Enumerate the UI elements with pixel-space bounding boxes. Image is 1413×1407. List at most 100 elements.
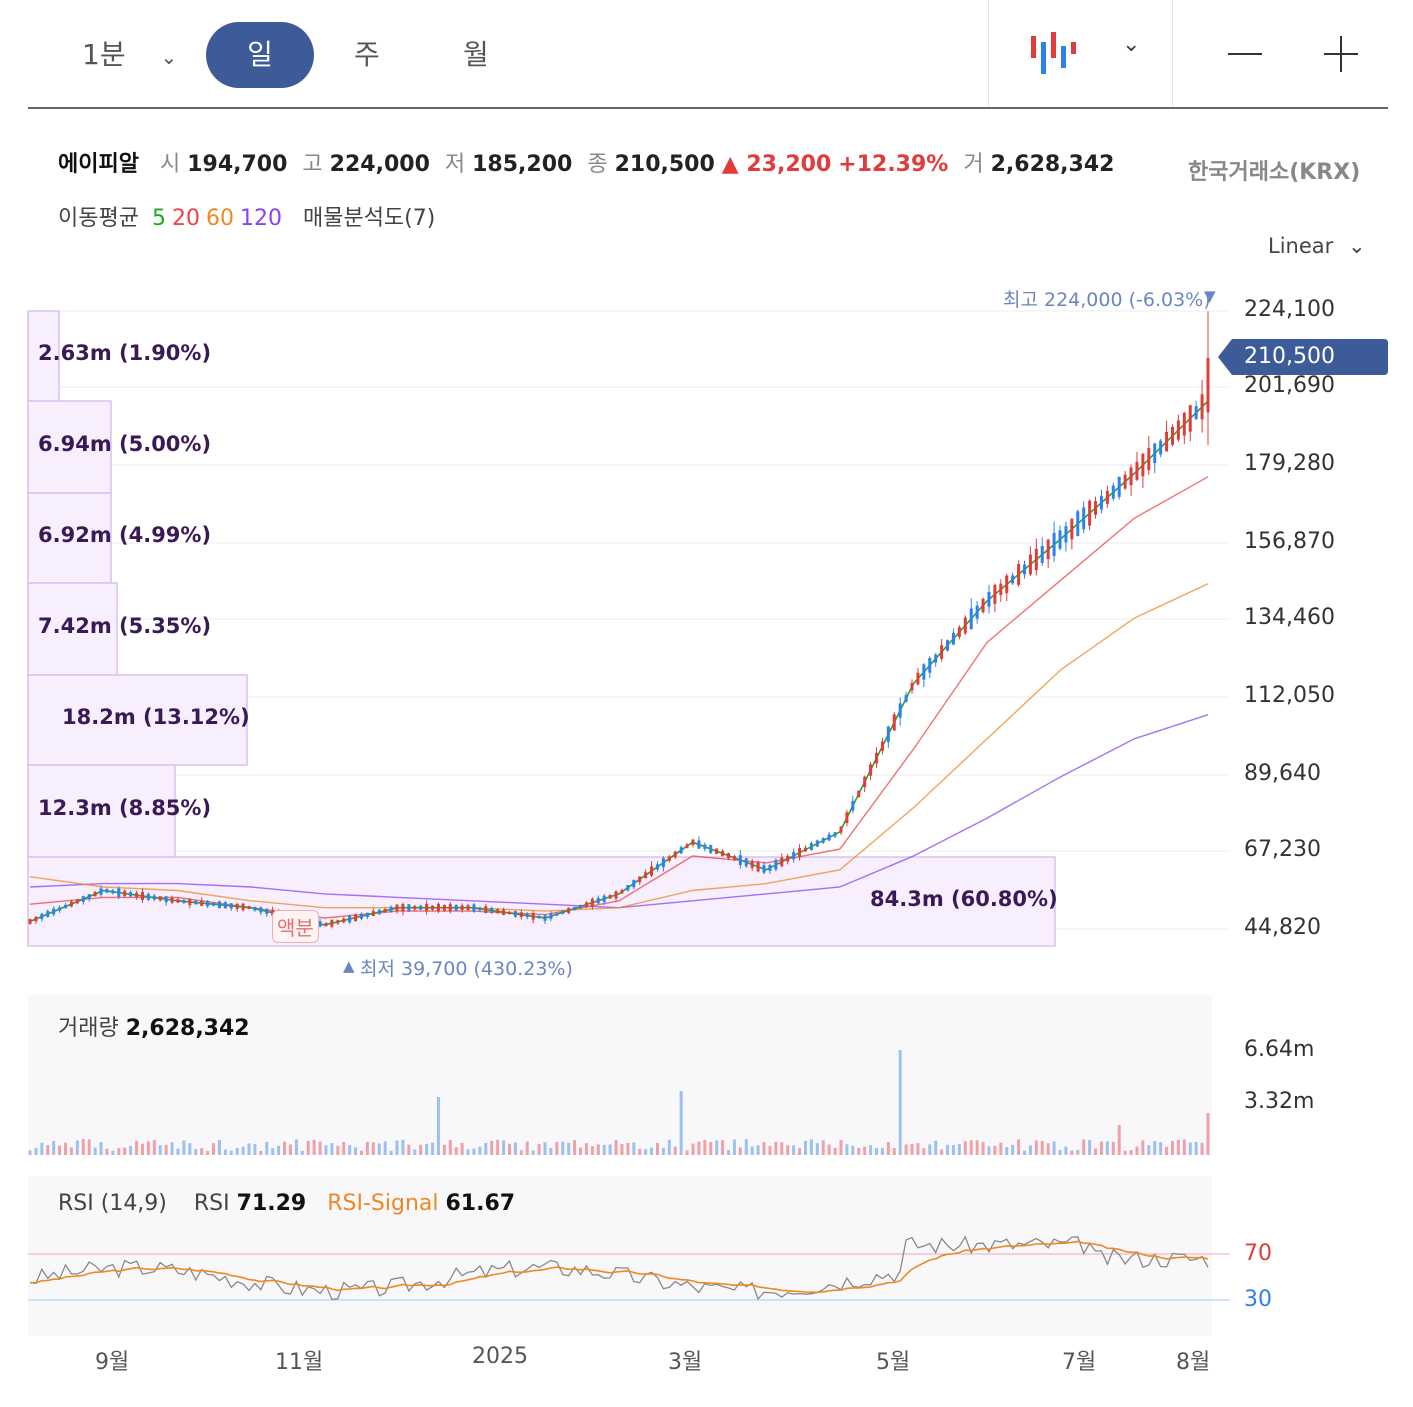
close-label: 종: [587, 152, 608, 177]
volume-bar: [644, 1149, 648, 1155]
candle-body: [561, 910, 565, 914]
volume-bar: [1028, 1145, 1032, 1155]
volume-bar: [1088, 1139, 1092, 1155]
candle-body: [484, 906, 488, 914]
volume-bar: [857, 1147, 861, 1155]
volume-bar: [365, 1141, 369, 1155]
candle-body: [212, 902, 216, 906]
current-price-tag: 210,500: [1218, 339, 1388, 375]
candle-body: [685, 844, 689, 848]
candle-body: [1094, 501, 1098, 515]
tab-month[interactable]: 월: [463, 22, 489, 88]
volume-bar: [963, 1141, 967, 1155]
volume-panel-value: 2,628,342: [125, 1016, 250, 1041]
candle-body: [164, 896, 168, 903]
volume-bar: [798, 1148, 802, 1155]
candle-body: [922, 664, 926, 680]
change-value: ▲ 23,200: [721, 152, 832, 177]
price-axis-label: 134,460: [1244, 605, 1335, 630]
candle-body: [413, 906, 417, 910]
candle-body: [206, 900, 210, 907]
price-chart[interactable]: [0, 280, 1413, 970]
chart-type-chevron-icon[interactable]: ⌄: [1122, 32, 1140, 57]
candle-body: [1147, 448, 1151, 471]
volume-bar: [383, 1141, 387, 1155]
time-axis-label: 8월: [1176, 1350, 1211, 1375]
volume-bar: [987, 1146, 991, 1155]
candle-body: [241, 903, 245, 911]
volume-bar: [1117, 1125, 1121, 1155]
candle-body: [247, 906, 251, 910]
volume-bar: [632, 1142, 636, 1155]
volume-axis-label: 6.64m: [1244, 1037, 1315, 1062]
candle-body: [1022, 564, 1026, 575]
interval-selector[interactable]: 1분 ⌄: [82, 22, 177, 88]
volume-bar: [490, 1140, 494, 1155]
toolbar-divider: [988, 0, 989, 108]
candle-body: [46, 911, 50, 917]
candle-body: [857, 790, 861, 798]
volume-bar: [596, 1144, 600, 1155]
price-axis-label: 224,100: [1244, 297, 1335, 322]
candle-body: [898, 703, 902, 718]
volume-bar: [1141, 1140, 1145, 1155]
volume-bar: [342, 1141, 346, 1155]
candle-body: [419, 905, 423, 910]
tab-day[interactable]: 일: [206, 22, 314, 88]
volume-bar: [661, 1147, 665, 1155]
high-marker-arrow-icon: ▼: [1204, 287, 1216, 305]
volume-profile-label: 매물분석도(7): [302, 206, 436, 231]
volume-bar: [212, 1143, 216, 1155]
candle-body: [910, 682, 914, 691]
candle-body: [472, 904, 476, 912]
volume-bar: [69, 1147, 73, 1155]
zoom-in-button[interactable]: [1322, 34, 1362, 74]
volume-bar: [863, 1146, 867, 1155]
volume-panel-label: 거래량: [58, 1016, 119, 1041]
volume-bar: [1082, 1139, 1086, 1155]
volume-bar: [1052, 1141, 1056, 1155]
candle-body: [407, 904, 411, 912]
indicator-legend: 이동평균 5 20 60 120 매물분석도(7): [58, 200, 435, 232]
volume-bar: [679, 1091, 683, 1155]
volume-bar: [330, 1143, 334, 1155]
volume-bar: [721, 1140, 725, 1155]
price-axis-label: 89,640: [1244, 761, 1321, 786]
candle-body: [715, 848, 719, 854]
chevron-down-icon: ⌄: [160, 45, 178, 69]
volume-bar: [431, 1142, 435, 1155]
volume-bar: [140, 1143, 144, 1155]
chevron-down-icon: ⌄: [1347, 234, 1366, 258]
candle-body: [69, 901, 73, 907]
volume-bar: [1153, 1140, 1157, 1155]
volume-bar: [620, 1144, 624, 1155]
volume-bar: [1200, 1142, 1204, 1155]
volume-bar: [738, 1147, 742, 1155]
volume-bar: [507, 1143, 511, 1155]
candle-body: [738, 855, 742, 865]
tab-week[interactable]: 주: [354, 22, 380, 88]
candle-body: [827, 834, 831, 841]
candle-body: [460, 905, 464, 911]
volume-bar: [715, 1140, 719, 1155]
candle-body: [1111, 485, 1115, 499]
candle-body: [1076, 511, 1080, 537]
candle-body: [158, 896, 162, 901]
candle-body: [1070, 518, 1074, 540]
zoom-out-button[interactable]: [1226, 34, 1266, 74]
volume-bar: [768, 1145, 772, 1155]
candle-body: [590, 898, 594, 907]
candle-body: [786, 855, 790, 862]
candle-body: [229, 903, 233, 909]
scale-selector[interactable]: Linear ⌄: [1268, 234, 1366, 258]
candle-body: [105, 889, 109, 893]
volume-bar: [602, 1144, 606, 1155]
volume-label: 거: [963, 152, 984, 177]
volume-bar: [1046, 1143, 1050, 1155]
volume-bar: [318, 1141, 322, 1155]
candle-body: [401, 904, 405, 912]
candle-body: [987, 592, 991, 607]
candle-body: [1040, 545, 1044, 563]
chart-type-button[interactable]: [1026, 30, 1082, 78]
candle-body: [1082, 507, 1086, 530]
